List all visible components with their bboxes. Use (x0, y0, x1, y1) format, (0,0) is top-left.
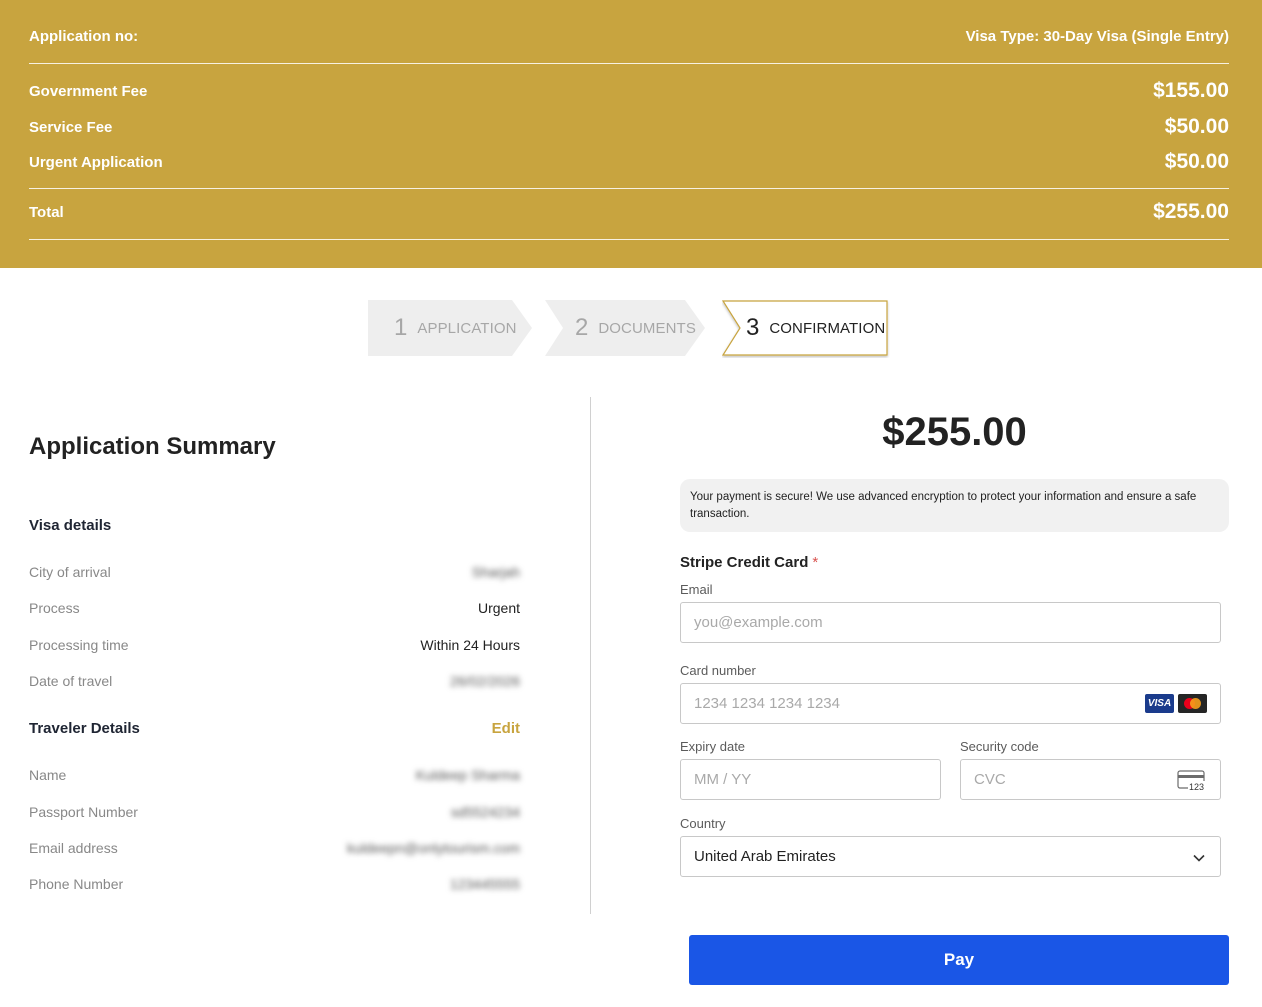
expiry-date-label: Expiry date (680, 739, 746, 754)
country-select[interactable]: United Arab Emirates (680, 836, 1221, 877)
email-placeholder: you@example.com (694, 614, 823, 631)
edit-traveler-link[interactable]: Edit (440, 720, 520, 737)
country-label: Country (680, 816, 726, 831)
fee-label: Service Fee (29, 118, 113, 136)
detail-label: Process (29, 600, 80, 616)
step-number: 2 (575, 314, 589, 341)
chevron-down-icon (1193, 854, 1205, 862)
expiry-placeholder: MM / YY (694, 771, 752, 788)
email-label: Email (680, 582, 713, 597)
traveler-details-title: Traveler Details (29, 720, 140, 737)
detail-value: Within 24 Hours (420, 637, 520, 653)
detail-label: Processing time (29, 637, 129, 653)
fee-row-urgent: Urgent Application $50.00 (29, 149, 1229, 175)
detail-label: Phone Number (29, 876, 124, 892)
mastercard-icon (1178, 694, 1207, 713)
visa-type-label: Visa Type: 30-Day Visa (Single Entry) (965, 27, 1229, 45)
detail-label: Date of travel (29, 673, 113, 689)
payment-method-label: Stripe Credit Card (680, 554, 809, 571)
fee-amount: $50.00 (1164, 150, 1229, 173)
fee-label: Government Fee (29, 82, 148, 100)
secure-payment-note: Your payment is secure! We use advanced … (680, 479, 1229, 532)
detail-value: 26/02/2026 (449, 673, 520, 689)
detail-row-phone-number: Phone Number 123445555 (29, 876, 520, 892)
column-divider (590, 397, 591, 914)
card-number-label: Card number (680, 663, 756, 678)
detail-value: Urgent (477, 600, 520, 616)
fee-amount: $50.00 (1164, 115, 1229, 138)
detail-label: Passport Number (29, 804, 138, 820)
detail-label: City of arrival (29, 564, 111, 580)
detail-row-process: Process Urgent (29, 600, 520, 616)
detail-row-email-address: Email address kuldeepn@onlytourism.com (29, 840, 520, 856)
step-number: 3 (746, 314, 760, 341)
required-marker: * (812, 554, 819, 571)
fee-divider (29, 63, 1229, 64)
fee-summary-banner: Application no: Visa Type: 30-Day Visa (… (0, 0, 1262, 268)
visa-icon: VISA (1145, 694, 1174, 713)
detail-label: Name (29, 767, 67, 783)
total-label: Total (29, 203, 64, 221)
application-info-row: Application no: Visa Type: 30-Day Visa (… (29, 24, 1229, 48)
step-label: CONFIRMATION (769, 319, 886, 337)
card-brand-logos: VISA (1145, 694, 1207, 713)
step-documents[interactable]: 2 DOCUMENTS (545, 300, 705, 356)
stripe-credit-card-title: Stripe Credit Card * (680, 554, 818, 571)
step-confirmation[interactable]: 3 CONFIRMATION (722, 300, 890, 358)
card-number-placeholder: 1234 1234 1234 1234 (694, 695, 840, 712)
detail-row-city-of-arrival: City of arrival Sharjah (29, 564, 520, 580)
detail-label: Email address (29, 840, 118, 856)
detail-value: kuldeepn@onlytourism.com (347, 840, 520, 856)
step-number: 1 (394, 314, 408, 341)
detail-row-date-of-travel: Date of travel 26/02/2026 (29, 673, 520, 689)
detail-row-processing-time: Processing time Within 24 Hours (29, 637, 520, 653)
cvc-card-icon: 123 (1177, 770, 1207, 792)
detail-value: Kuldeep Sharma (415, 767, 520, 783)
step-application[interactable]: 1 APPLICATION (368, 300, 532, 356)
country-value: United Arab Emirates (694, 848, 836, 865)
detail-value: Sharjah (471, 564, 520, 580)
expiry-date-field[interactable]: MM / YY (680, 759, 941, 800)
detail-value: 123445555 (449, 876, 520, 892)
cvc-placeholder: CVC (974, 771, 1006, 788)
step-label: APPLICATION (417, 319, 517, 337)
security-code-label: Security code (960, 739, 1039, 754)
fee-row-service: Service Fee $50.00 (29, 114, 1229, 140)
visa-details-title: Visa details (29, 517, 112, 534)
application-summary-title: Application Summary (29, 433, 276, 460)
card-number-field[interactable]: 1234 1234 1234 1234 VISA (680, 683, 1221, 724)
total-amount: $255.00 (1153, 200, 1229, 223)
detail-value: sd5524234 (450, 804, 520, 820)
fee-row-government: Government Fee $155.00 (29, 78, 1229, 104)
detail-row-passport-number: Passport Number sd5524234 (29, 804, 520, 820)
payment-amount: $255.00 (882, 410, 1027, 454)
fee-divider (29, 239, 1229, 240)
detail-row-name: Name Kuldeep Sharma (29, 767, 520, 783)
email-field[interactable]: you@example.com (680, 602, 1221, 643)
pay-button[interactable]: Pay (689, 935, 1229, 985)
fee-row-total: Total $255.00 (29, 199, 1229, 225)
active-step-content: 3 CONFIRMATION (746, 300, 885, 356)
fee-divider (29, 188, 1229, 189)
fee-amount: $155.00 (1153, 79, 1229, 102)
step-label: DOCUMENTS (598, 319, 696, 337)
svg-text:123: 123 (1189, 782, 1204, 792)
application-no-label: Application no: (29, 27, 139, 45)
security-code-field[interactable]: CVC 123 (960, 759, 1221, 800)
fee-label: Urgent Application (29, 153, 163, 171)
